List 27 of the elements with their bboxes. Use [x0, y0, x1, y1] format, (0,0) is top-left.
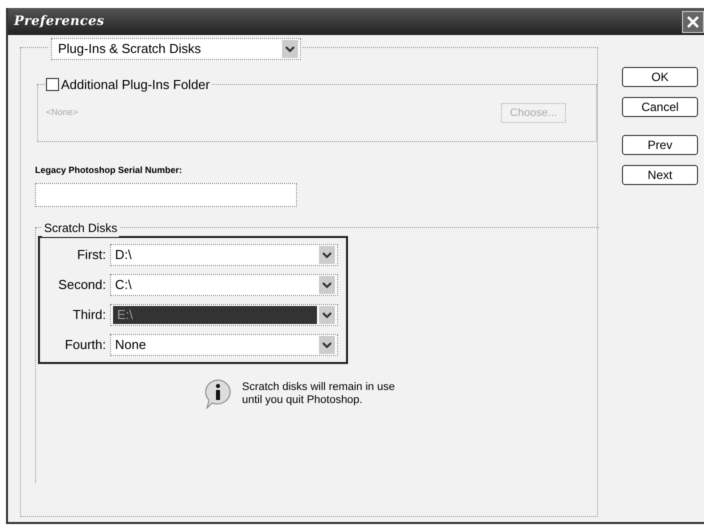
plugins-folder-checkbox[interactable]: Additional Plug-Ins Folder: [46, 75, 212, 94]
caret-icon: [319, 276, 335, 294]
disk-dropdown[interactable]: C:\: [110, 274, 338, 296]
serial-number-field[interactable]: [35, 182, 297, 206]
caret-icon: [282, 40, 298, 58]
close-icon: [686, 14, 700, 28]
disk-dropdown[interactable]: None: [110, 334, 338, 356]
disk-dropdown[interactable]: E:\: [110, 304, 338, 326]
serial-number-label: Legacy Photoshop Serial Number:: [35, 164, 184, 177]
close-button[interactable]: [682, 10, 704, 32]
dialog-button[interactable]: Cancel: [622, 97, 698, 117]
disk-label: Second:: [57, 276, 106, 294]
checkbox[interactable]: [46, 78, 59, 92]
disk-label: Fourth:: [64, 336, 106, 354]
section-dropdown[interactable]: Plug-Ins & Scratch Disks: [51, 38, 301, 60]
dialog-button[interactable]: Next: [622, 165, 698, 185]
disk-label: First:: [76, 246, 106, 264]
window-title: Preferences: [14, 12, 104, 31]
folder-path: <None>: [46, 106, 78, 120]
caret-icon: [319, 306, 335, 324]
disk-label: Third:: [72, 306, 106, 324]
dialog-button[interactable]: OK: [622, 67, 698, 87]
disk-dropdown[interactable]: D:\: [110, 244, 338, 266]
caret-icon: [319, 336, 335, 354]
dialog-button[interactable]: Prev: [622, 135, 698, 155]
info-message: Scratch disks will remain in use until you quit Photoshop.: [242, 380, 396, 406]
caret-icon: [319, 246, 335, 264]
